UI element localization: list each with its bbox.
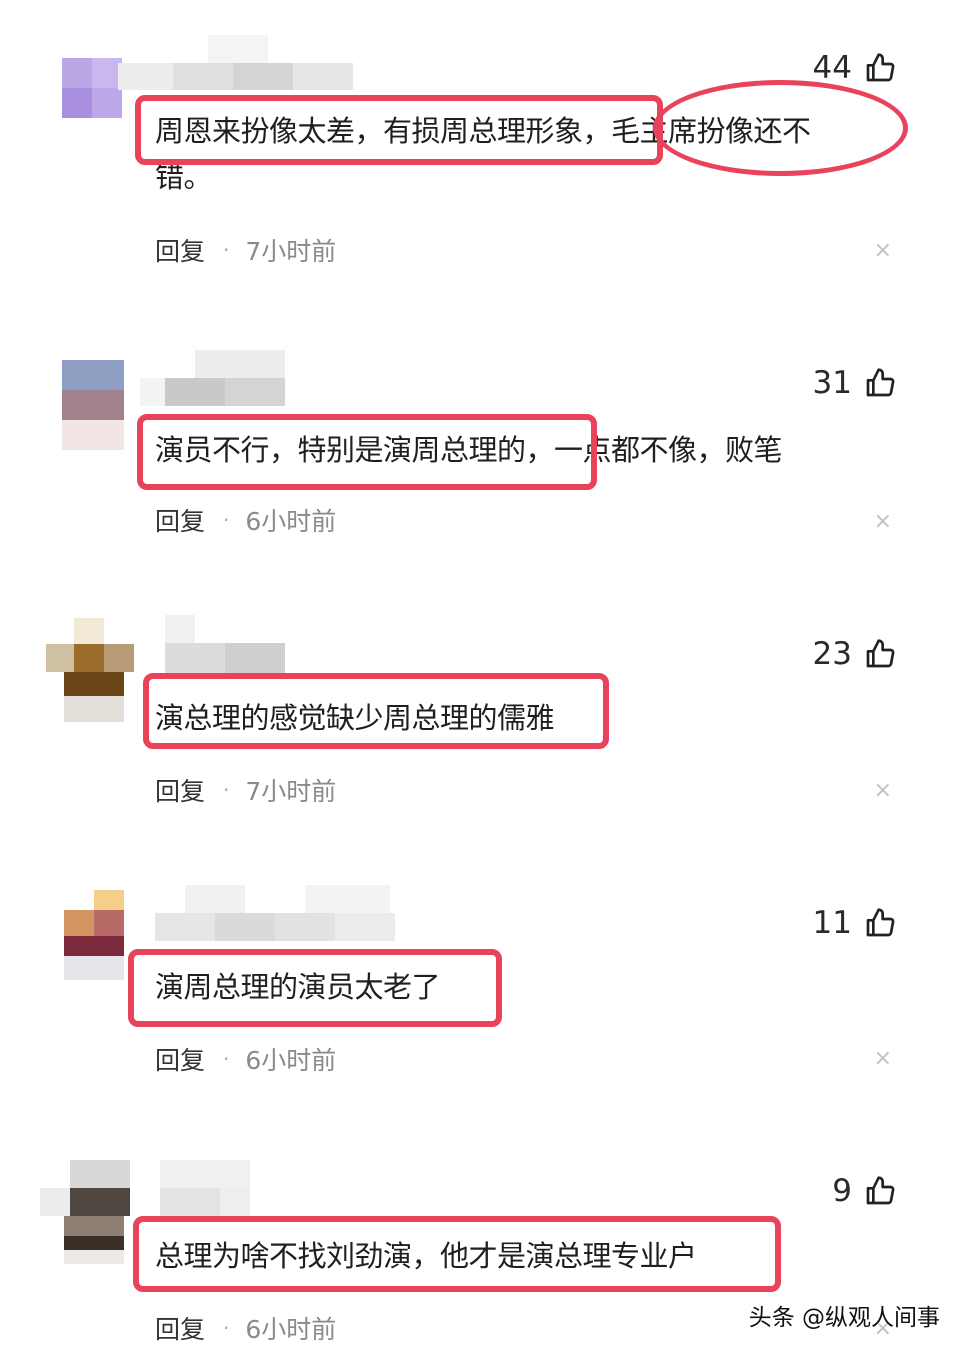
timestamp: 6小时前 bbox=[245, 1315, 337, 1344]
username-blurred[interactable] bbox=[160, 1160, 250, 1216]
comment-item: 9 总理为啥不找刘劲演，他才是演总理专业户 回复 · 6小时前 × bbox=[0, 0, 962, 1352]
watermark: 头条 @纵观人间事 bbox=[748, 1305, 940, 1331]
like-count: 9 bbox=[832, 1173, 852, 1209]
reply-button[interactable]: 回复 bbox=[155, 1310, 205, 1346]
like-button[interactable]: 9 bbox=[832, 1173, 896, 1209]
avatar[interactable] bbox=[40, 1160, 130, 1264]
highlight-box bbox=[133, 1216, 781, 1292]
comment-meta: 回复 · 6小时前 bbox=[155, 1310, 336, 1346]
thumbs-up-icon bbox=[866, 1176, 895, 1205]
